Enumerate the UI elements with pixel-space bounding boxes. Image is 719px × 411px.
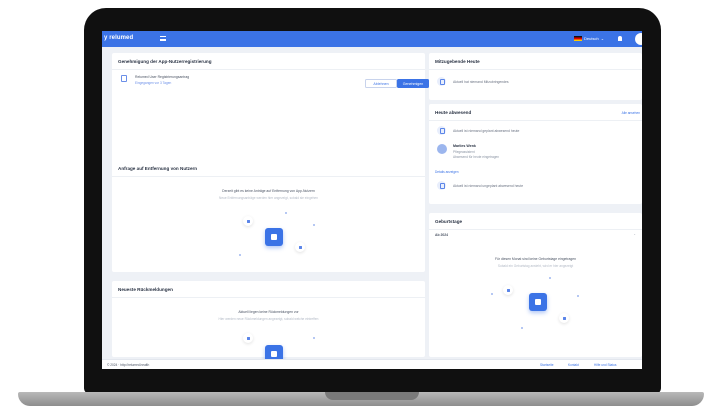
illustration-dot (491, 293, 493, 295)
hamburger-menu-icon[interactable] (160, 36, 166, 41)
footer-link-start[interactable]: Startseite (540, 363, 553, 367)
absent-row-planned: Aktuell ist niemand geplant abwesend heu… (453, 129, 520, 133)
chevron-down-icon: ⌄ (600, 36, 605, 41)
bag-icon (437, 77, 446, 86)
illustration-dot (313, 337, 315, 339)
footer-link-help[interactable]: Hilfe und Status (594, 363, 617, 367)
divider (112, 176, 425, 177)
illustration-dot (549, 277, 551, 279)
person-role: Pflegeassistent (453, 150, 475, 154)
divider (112, 297, 425, 298)
illustration-dot (239, 254, 241, 256)
illustration-bubble (243, 216, 253, 226)
approval-item-sub: Eingegangen vor 3 Tagen (135, 81, 172, 85)
reject-button[interactable]: Ablehnen (365, 79, 397, 88)
brand-logo[interactable]: y relumed (104, 35, 133, 41)
illustration-dot (521, 327, 523, 329)
language-label: Deutsch (584, 36, 599, 41)
birthdays-filter[interactable]: Ab 2024 (435, 233, 448, 237)
footer-copyright: © 2024 · http://relumed.health (107, 363, 150, 367)
illustration-bubble (243, 333, 253, 343)
footer-link-contact[interactable]: Kontakt (568, 363, 579, 367)
pending-card: Mitzugebende Heute Aktuell hat niemand M… (429, 53, 642, 100)
callbacks-empty-sub: Hier werden neue Rückmeldungen angezeigt… (218, 317, 319, 321)
notification-bell-icon[interactable] (618, 36, 622, 41)
users-illustration-icon (265, 228, 283, 246)
divider (429, 69, 642, 70)
callbacks-empty-title: Aktuell liegen keine Rückmeldungen vor (238, 310, 299, 314)
user-avatar[interactable] (635, 33, 642, 45)
chevron-down-icon[interactable]: ⌄ (633, 232, 636, 236)
document-icon (121, 75, 127, 82)
page-footer: © 2024 · http://relumed.health Startseit… (102, 359, 642, 369)
calendar-icon (437, 181, 446, 190)
callbacks-card: Neueste Rückmeldungen Aktuell liegen kei… (112, 281, 425, 363)
callbacks-card-title: Neueste Rückmeldungen (118, 287, 173, 292)
top-navigation-bar: y relumed Deutsch ⌄ (102, 31, 642, 47)
person-avatar (437, 144, 447, 154)
person-note: Abwesend für heute eingetragen (453, 155, 500, 159)
pending-card-title: Mitzugebende Heute (435, 59, 480, 64)
absent-row-unplanned: Aktuell ist niemand ungeplant abwesend h… (453, 184, 524, 188)
view-all-link[interactable]: Alle ansehen (622, 111, 640, 115)
illustration-dot (577, 295, 579, 297)
app-screen: y relumed Deutsch ⌄ Genehmigung der App-… (102, 31, 642, 369)
divider (429, 120, 642, 121)
details-link[interactable]: Details anzeigen (435, 170, 459, 174)
birthdays-empty-title: Für diesen Monat sind keine Geburtstage … (494, 257, 577, 261)
birthdays-empty-sub: Sobald ein Geburtstag ansteht, wird er h… (497, 264, 574, 268)
birthdays-card-title: Geburtstage (435, 219, 463, 224)
laptop-notch (325, 392, 419, 400)
user-removal-card: Anfrage auf Entfernung von Nutzern Derze… (112, 160, 425, 272)
laptop-mockup: y relumed Deutsch ⌄ Genehmigung der App-… (0, 0, 719, 411)
approve-button[interactable]: Genehmigen (397, 79, 429, 88)
calendar-icon (437, 126, 446, 135)
illustration-dot (313, 224, 315, 226)
empty-state-illustration (229, 204, 319, 274)
approval-card-title: Genehmigung der App-Nutzerregistrierung (118, 59, 212, 64)
illustration-bubble (295, 242, 305, 252)
gift-illustration-icon (529, 293, 547, 311)
pending-item: Aktuell hat niemand Mitzubringendes (453, 80, 509, 84)
empty-state-illustration (491, 273, 581, 343)
absent-today-card: Heute abwesend Alle ansehen Aktuell ist … (429, 104, 642, 204)
removal-empty-sub: Neue Entfernungsanträge werden hier ange… (219, 196, 318, 200)
absent-card-title: Heute abwesend (435, 110, 472, 115)
approval-item-name: Relumed User Registrierungsantrag (135, 75, 190, 79)
removal-card-title: Anfrage auf Entfernung von Nutzern (118, 166, 198, 171)
divider (112, 69, 425, 70)
removal-empty-title: Derzeit gibt es keine Anträge auf Entfer… (222, 189, 315, 193)
illustration-bubble (503, 285, 513, 295)
language-selector[interactable]: Deutsch ⌄ (574, 36, 604, 41)
illustration-dot (285, 212, 287, 214)
illustration-bubble (559, 313, 569, 323)
person-name: Marlies Wenk (453, 144, 476, 148)
birthdays-card: Geburtstage Ab 2024 ⌄ Für diesen Monat s… (429, 213, 642, 357)
german-flag-icon (574, 36, 582, 41)
divider (429, 229, 642, 230)
